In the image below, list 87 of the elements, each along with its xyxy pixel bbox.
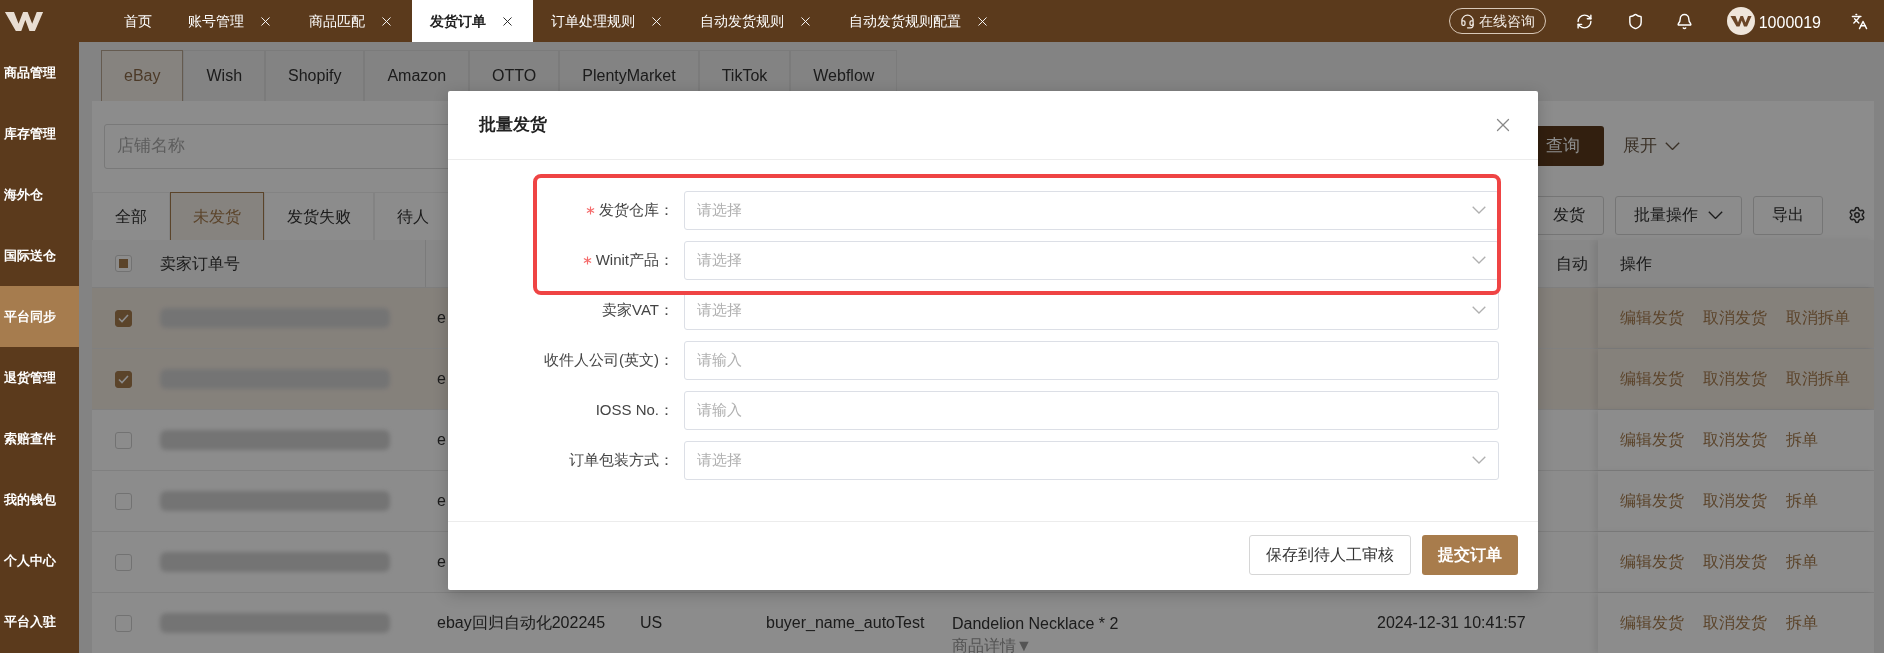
table-cell-text: buyer_name_autoTest (766, 613, 925, 633)
logo-icon (4, 9, 44, 33)
submit-button[interactable]: 提交订单 (1422, 534, 1518, 575)
tab[interactable]: 账号管理 (170, 0, 291, 42)
checkbox[interactable] (115, 492, 132, 510)
action-link[interactable]: 取消发货 (1703, 367, 1767, 391)
headset-icon (1459, 13, 1475, 29)
field-label: IOSS No.： (595, 400, 674, 420)
chevron-down-icon (1472, 206, 1486, 215)
action-link[interactable]: 编辑发货 (1620, 306, 1684, 330)
table-cell-text: e (437, 308, 446, 328)
field-label: Winit产品： (595, 250, 674, 270)
sidebar-item[interactable]: 个人中心 (0, 530, 79, 591)
action-link[interactable]: 取消发货 (1703, 550, 1767, 574)
action-link[interactable]: 取消发货 (1703, 428, 1767, 452)
sidebar-item[interactable]: 商品管理 (0, 42, 79, 103)
tab[interactable]: 商品匹配 (291, 0, 412, 42)
tab[interactable]: 订单处理规则 (533, 0, 682, 42)
tab[interactable]: 自动发货规则 (682, 0, 831, 42)
sidebar-item[interactable]: 海外仓 (0, 164, 79, 225)
sidebar-item[interactable]: 平台同步 (0, 286, 79, 347)
action-link[interactable]: 取消发货 (1703, 306, 1767, 330)
chevron-down-icon (1472, 306, 1486, 315)
refresh-icon[interactable] (1575, 12, 1593, 30)
table-cell-text: e (437, 552, 446, 572)
action-link[interactable]: 编辑发货 (1620, 550, 1684, 574)
user-id: 1000019 (1758, 13, 1821, 33)
field-label: 卖家VAT： (602, 300, 674, 320)
checkbox[interactable] (115, 370, 132, 388)
dialog-title: 批量发货 (479, 114, 547, 137)
action-link[interactable]: 拆单 (1786, 611, 1818, 635)
checkmark-icon (118, 374, 129, 384)
sidebar-item[interactable]: 国际送仓 (0, 225, 79, 286)
checkbox[interactable] (115, 255, 132, 272)
tab[interactable]: eBay (101, 50, 184, 101)
action-link[interactable]: 取消拆单 (1786, 367, 1850, 391)
action-link[interactable]: 编辑发货 (1620, 428, 1684, 452)
chevron-down-icon (1665, 141, 1680, 151)
action-link[interactable]: 拆单 (1786, 489, 1818, 513)
field-label: 发货仓库： (599, 200, 674, 220)
table-cell-text: ebay回归自动化202245 (437, 613, 606, 633)
column-header: 自动 (1556, 253, 1588, 274)
tab[interactable]: 未发货 (170, 192, 264, 240)
sidebar-item[interactable]: 退货管理 (0, 347, 79, 408)
action-link[interactable]: 取消发货 (1703, 489, 1767, 513)
checkbox[interactable] (115, 553, 132, 571)
sidebar-item[interactable]: 平台入驻 (0, 591, 79, 652)
table-cell-text: e (437, 430, 446, 450)
sidebar-item[interactable]: 索赔查件 (0, 408, 79, 469)
table-cell-text: US (640, 613, 663, 633)
table-cell-text: Dandelion Necklace * 2 (952, 614, 1119, 634)
sidebar-item[interactable]: 库存管理 (0, 103, 79, 164)
checkbox[interactable] (115, 431, 132, 449)
action-link[interactable]: 编辑发货 (1620, 611, 1684, 635)
settings-icon[interactable] (1848, 206, 1866, 224)
toolbar-button[interactable]: 批量操作 (1615, 195, 1742, 235)
chevron-down-icon (1708, 210, 1723, 220)
table-cell-text: 2024-12-31 10:41:57 (1377, 613, 1526, 633)
action-link[interactable]: 取消拆单 (1786, 306, 1850, 330)
save-button[interactable]: 保存到待人工审核 (1249, 534, 1411, 575)
field-label: 收件人公司(英文)： (544, 350, 674, 370)
expand-button[interactable]: 展开 (1623, 133, 1680, 159)
chevron-down-icon (1472, 256, 1486, 265)
action-link[interactable]: 拆单 (1786, 550, 1818, 574)
logo-icon (1729, 14, 1752, 28)
avatar[interactable] (1726, 7, 1755, 35)
field-label: 订单包装方式： (569, 450, 674, 470)
tab[interactable]: 首页 (106, 0, 170, 42)
tab[interactable]: 自动发货规则配置 (831, 0, 1008, 42)
action-link[interactable]: 编辑发货 (1620, 367, 1684, 391)
action-link[interactable]: 取消发货 (1703, 611, 1767, 635)
sidebar-item[interactable]: 我的钱包 (0, 469, 79, 530)
action-link[interactable]: 编辑发货 (1620, 489, 1684, 513)
tab[interactable]: 发货订单 (412, 0, 533, 42)
chevron-down-icon (1472, 456, 1486, 465)
bell-icon[interactable] (1675, 12, 1693, 30)
column-header: 操作 (1620, 253, 1652, 274)
table-cell-text: e (437, 491, 446, 511)
shield-icon[interactable] (1626, 12, 1644, 30)
column-header: 卖家订单号 (160, 253, 240, 274)
checkbox[interactable] (115, 614, 132, 632)
action-link[interactable]: 拆单 (1786, 428, 1818, 452)
translate-icon[interactable] (1851, 12, 1868, 30)
table-cell-text: e (437, 369, 446, 389)
checkbox[interactable] (115, 309, 132, 327)
checkmark-icon (118, 313, 129, 323)
toolbar-button[interactable]: 导出 (1753, 195, 1823, 235)
